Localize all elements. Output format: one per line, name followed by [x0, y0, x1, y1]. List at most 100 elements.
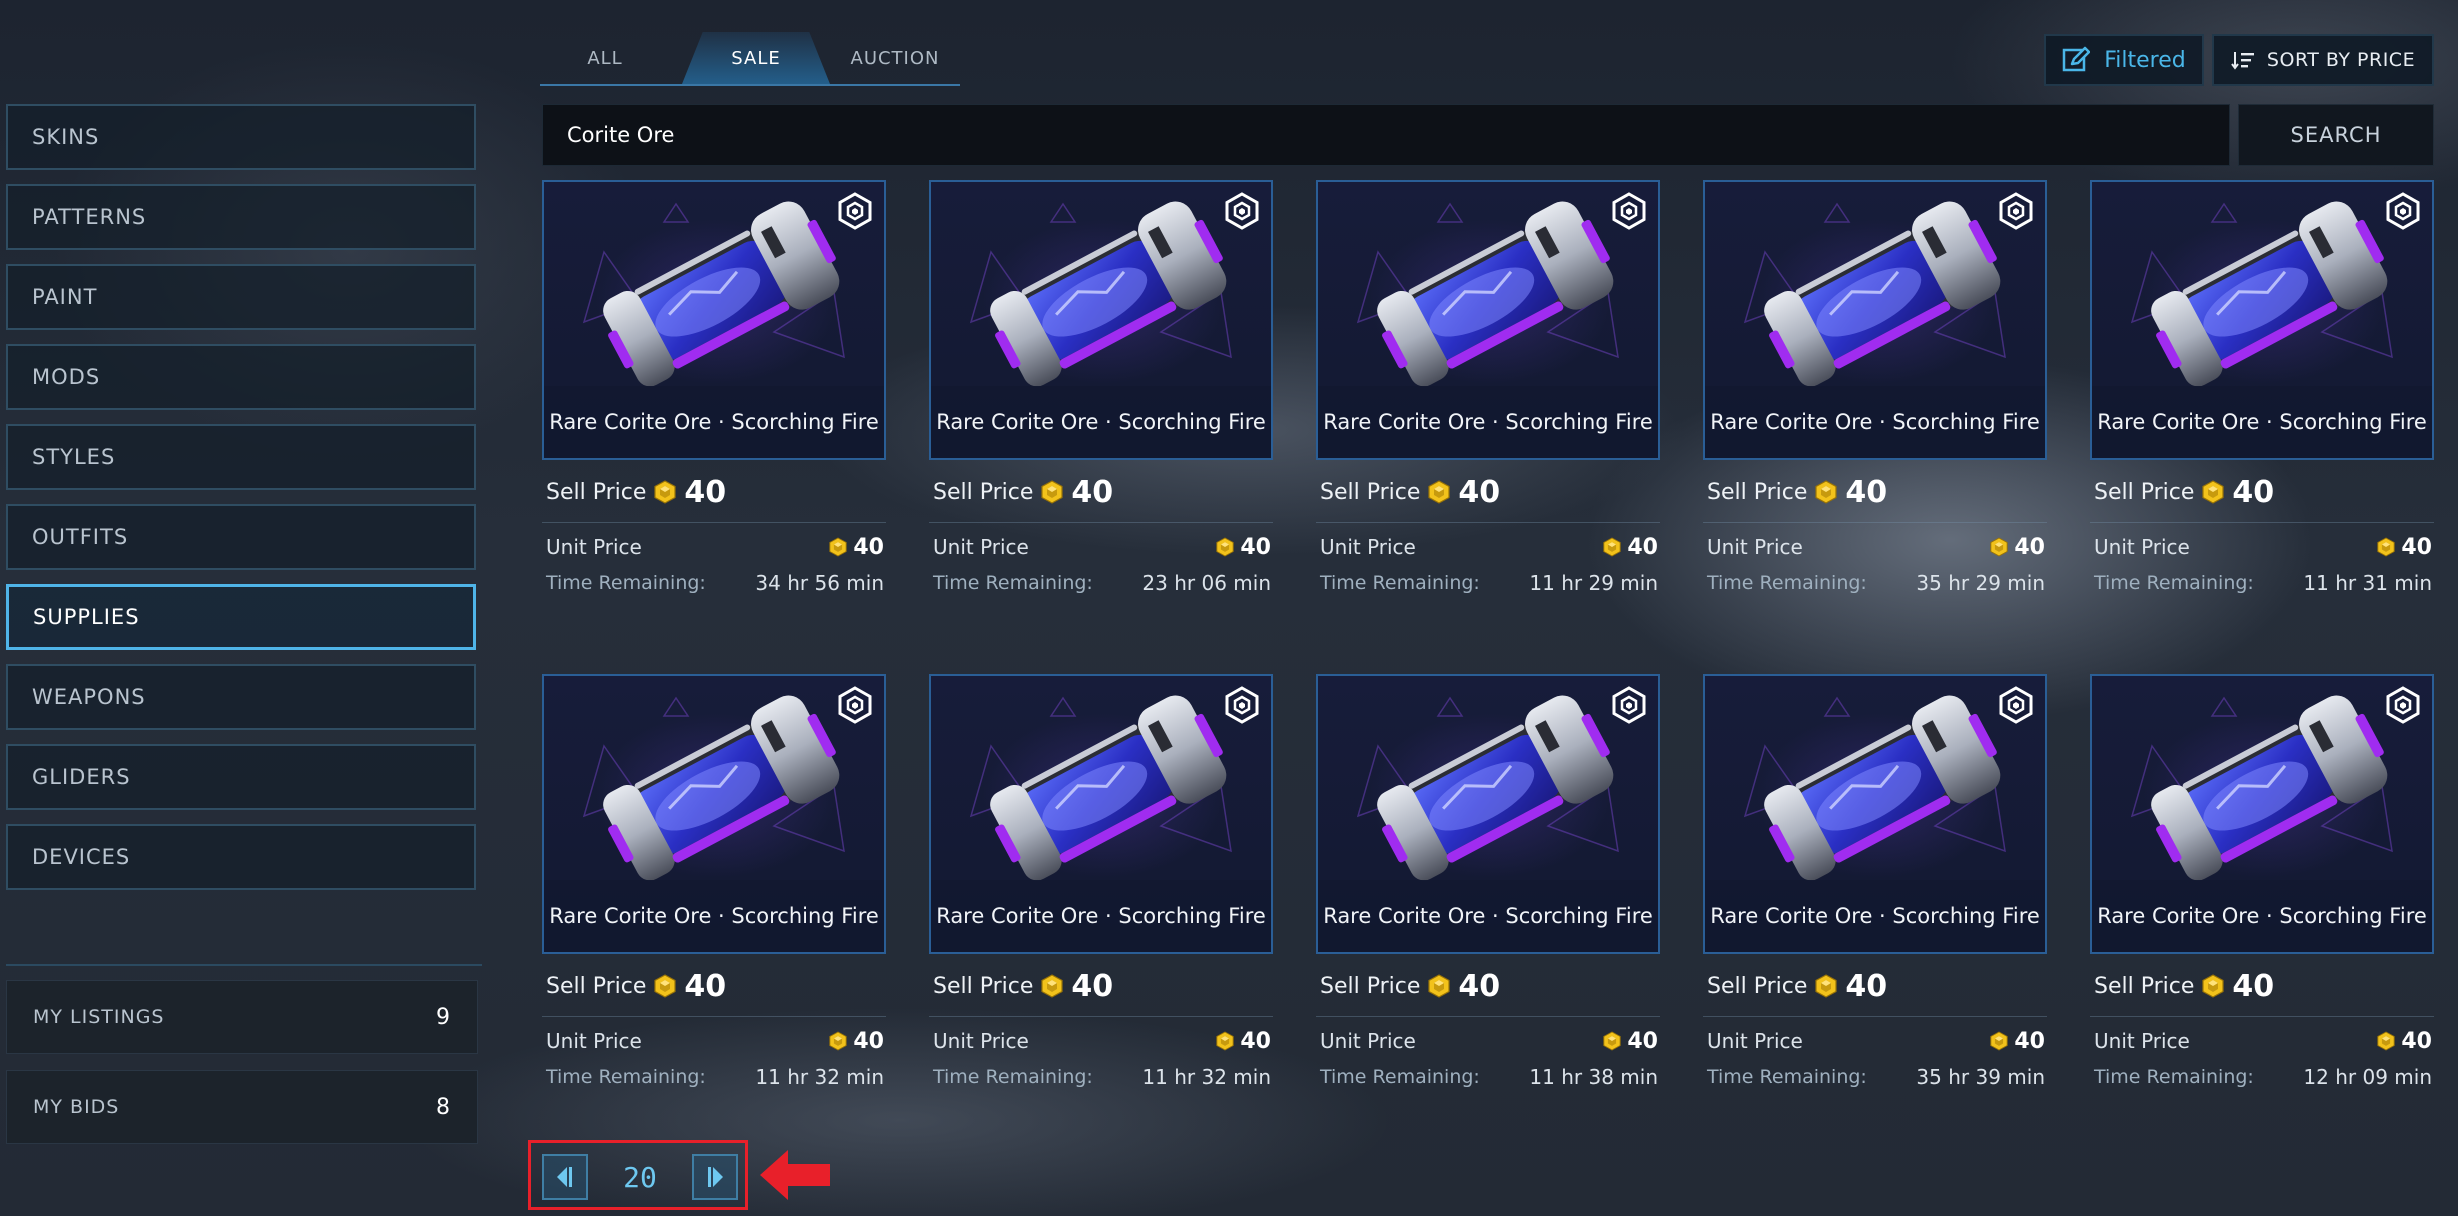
sell-price-value: 40 [2232, 474, 2275, 510]
sell-price-value: 40 [2232, 968, 2275, 1004]
listing-card[interactable]: Rare Corite Ore · Scorching Fire Sell Pr… [2090, 674, 2434, 1114]
my-listings-button[interactable]: MY LISTINGS 9 [6, 980, 478, 1054]
tab-sale[interactable]: SALE [682, 32, 830, 84]
sidebar-item-paint[interactable]: PAINT [6, 264, 476, 330]
coin-icon [1815, 974, 1837, 998]
corite-ore-capsule-icon [1705, 182, 2047, 392]
sell-price-value: 40 [1458, 474, 1501, 510]
sell-price-label: Sell Price [2094, 479, 2195, 505]
sell-price-label: Sell Price [1320, 479, 1421, 505]
sidebar-item-patterns[interactable]: PATTERNS [6, 184, 476, 250]
sell-price-row: Sell Price 40 [1707, 472, 1887, 512]
tab-all[interactable]: ALL [540, 32, 670, 84]
time-remaining-value: 11 hr 32 min [755, 1065, 884, 1089]
time-remaining-row: Time Remaining: 11 hr 31 min [2094, 568, 2432, 598]
filter-button[interactable]: Filtered [2044, 34, 2204, 86]
card-divider [2090, 1016, 2434, 1017]
listing-card[interactable]: Rare Corite Ore · Scorching Fire Sell Pr… [1316, 674, 1660, 1114]
sidebar-item-label: MODS [32, 365, 101, 389]
sell-price-label: Sell Price [1320, 973, 1421, 999]
corite-ore-capsule-icon [2092, 182, 2434, 392]
sell-price-row: Sell Price 40 [2094, 966, 2274, 1006]
item-thumbnail: Rare Corite Ore · Scorching Fire [929, 180, 1273, 460]
listing-card[interactable]: Rare Corite Ore · Scorching Fire Sell Pr… [1316, 180, 1660, 620]
edit-icon [2062, 46, 2091, 72]
unit-price-label: Unit Price [2094, 535, 2190, 559]
page-number: 20 [623, 1160, 657, 1194]
sidebar-item-styles[interactable]: STYLES [6, 424, 476, 490]
unit-price-row: Unit Price 40 [933, 532, 1271, 562]
listing-card[interactable]: Rare Corite Ore · Scorching Fire Sell Pr… [2090, 180, 2434, 620]
prev-page-button[interactable] [542, 1154, 588, 1200]
my-bids-button[interactable]: MY BIDS 8 [6, 1070, 478, 1144]
red-arrow-icon [760, 1150, 830, 1200]
sell-price-row: Sell Price 40 [1320, 472, 1500, 512]
unit-price-value: 40 [853, 1028, 884, 1054]
unit-price-row: Unit Price 40 [546, 1026, 884, 1056]
unit-price-value: 40 [2401, 534, 2432, 560]
coin-icon [1216, 1031, 1234, 1051]
sell-price-row: Sell Price 40 [1320, 966, 1500, 1006]
unit-price-label: Unit Price [1707, 1029, 1803, 1053]
listing-card[interactable]: Rare Corite Ore · Scorching Fire Sell Pr… [929, 180, 1273, 620]
sidebar-item-devices[interactable]: DEVICES [6, 824, 476, 890]
card-divider [1316, 1016, 1660, 1017]
item-name: Rare Corite Ore · Scorching Fire [2092, 880, 2432, 952]
corite-ore-capsule-icon [931, 676, 1273, 886]
corite-ore-capsule-icon [2092, 676, 2434, 886]
triangle-left-icon [557, 1167, 572, 1187]
my-listings-label: MY LISTINGS [33, 1006, 165, 1028]
listing-card[interactable]: Rare Corite Ore · Scorching Fire Sell Pr… [542, 180, 886, 620]
search-button[interactable]: SEARCH [2238, 104, 2434, 166]
my-listings-count: 9 [436, 1004, 451, 1030]
tab-auction[interactable]: AUCTION [830, 32, 960, 84]
sidebar-item-skins[interactable]: SKINS [6, 104, 476, 170]
time-remaining-label: Time Remaining: [2094, 572, 2254, 594]
sidebar-item-outfits[interactable]: OUTFITS [6, 504, 476, 570]
item-name: Rare Corite Ore · Scorching Fire [1705, 386, 2045, 458]
time-remaining-label: Time Remaining: [2094, 1066, 2254, 1088]
sell-price-row: Sell Price 40 [933, 472, 1113, 512]
sidebar-item-gliders[interactable]: GLIDERS [6, 744, 476, 810]
unit-price-label: Unit Price [1707, 535, 1803, 559]
item-name: Rare Corite Ore · Scorching Fire [931, 386, 1271, 458]
search-input[interactable] [542, 104, 2230, 166]
time-remaining-value: 11 hr 31 min [2303, 571, 2432, 595]
unit-price-label: Unit Price [1320, 1029, 1416, 1053]
card-divider [1703, 1016, 2047, 1017]
item-name: Rare Corite Ore · Scorching Fire [1318, 386, 1658, 458]
listing-card[interactable]: Rare Corite Ore · Scorching Fire Sell Pr… [542, 674, 886, 1114]
sell-price-row: Sell Price 40 [2094, 472, 2274, 512]
item-thumbnail: Rare Corite Ore · Scorching Fire [1703, 180, 2047, 460]
sort-by-price-button[interactable]: SORT BY PRICE [2212, 34, 2434, 86]
next-page-button[interactable] [692, 1154, 738, 1200]
item-name: Rare Corite Ore · Scorching Fire [1318, 880, 1658, 952]
sell-price-row: Sell Price 40 [933, 966, 1113, 1006]
unit-price-row: Unit Price 40 [2094, 532, 2432, 562]
corite-ore-capsule-icon [1318, 182, 1660, 392]
listing-card[interactable]: Rare Corite Ore · Scorching Fire Sell Pr… [929, 674, 1273, 1114]
sidebar-item-label: OUTFITS [32, 525, 129, 549]
listing-card[interactable]: Rare Corite Ore · Scorching Fire Sell Pr… [1703, 674, 2047, 1114]
sidebar-item-weapons[interactable]: WEAPONS [6, 664, 476, 730]
search-button-label: SEARCH [2290, 123, 2382, 147]
rarity-icon [1997, 686, 2035, 724]
time-remaining-value: 34 hr 56 min [755, 571, 884, 595]
sidebar-item-label: SKINS [32, 125, 100, 149]
unit-price-label: Unit Price [933, 1029, 1029, 1053]
sell-price-value: 40 [1071, 474, 1114, 510]
rarity-icon [1223, 686, 1261, 724]
sidebar-item-mods[interactable]: MODS [6, 344, 476, 410]
item-thumbnail: Rare Corite Ore · Scorching Fire [542, 674, 886, 954]
rarity-icon [1610, 192, 1648, 230]
unit-price-label: Unit Price [2094, 1029, 2190, 1053]
sidebar-item-supplies[interactable]: SUPPLIES [6, 584, 476, 650]
sell-price-label: Sell Price [1707, 479, 1808, 505]
time-remaining-row: Time Remaining: 23 hr 06 min [933, 568, 1271, 598]
sell-price-label: Sell Price [2094, 973, 2195, 999]
unit-price-value: 40 [2014, 534, 2045, 560]
card-divider [542, 522, 886, 523]
listing-card[interactable]: Rare Corite Ore · Scorching Fire Sell Pr… [1703, 180, 2047, 620]
tab-label: ALL [587, 47, 623, 69]
time-remaining-value: 23 hr 06 min [1142, 571, 1271, 595]
